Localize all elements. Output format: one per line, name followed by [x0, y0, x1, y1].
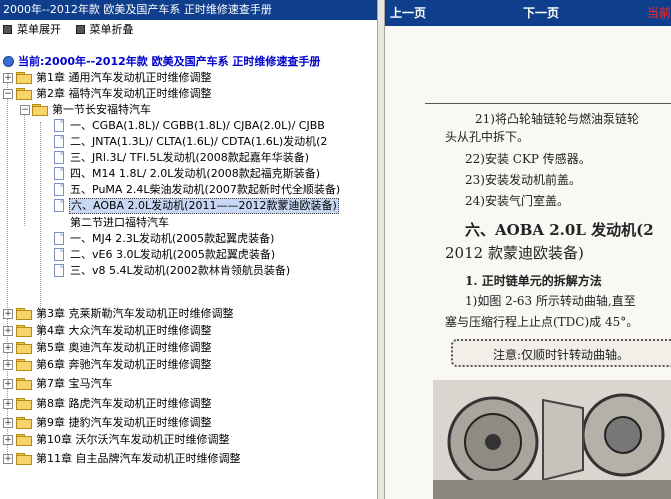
expand-icon[interactable]: + [3, 379, 13, 389]
tree-item-label: 一、MJ4 2.3L发动机(2005款起翼虎装备) [70, 232, 275, 245]
tree-item-label: 三、JRl.3L/ TFl.5L发动机(2008款起嘉年华装备) [70, 151, 310, 164]
expand-icon[interactable]: + [3, 343, 13, 353]
divider [425, 103, 671, 104]
page-icon [54, 248, 64, 261]
doc-subheading: 1. 正时链单元的拆解方法 [465, 274, 602, 288]
expand-menu-button[interactable]: 菜单展开 [3, 20, 61, 40]
folder-open-icon [16, 88, 32, 100]
square-icon [75, 24, 85, 34]
tree-item-label: 第11章 自主品牌汽车发动机正时维修调整 [36, 452, 241, 465]
page-icon [54, 167, 64, 180]
tree-item-label: 第8章 路虎汽车发动机正时维修调整 [36, 397, 212, 410]
page-icon [54, 264, 64, 277]
tree-item-label: 第2章 福特汽车发动机正时维修调整 [36, 87, 212, 100]
expand-icon[interactable]: + [3, 360, 13, 370]
expand-icon[interactable]: + [3, 454, 13, 464]
collapse-menu-label: 菜单折叠 [89, 23, 134, 36]
folder-icon [16, 398, 32, 410]
doc-text: 23)安装发动机前盖。 [465, 173, 581, 187]
expand-icon[interactable]: + [3, 418, 13, 428]
tree-item-label: 第5章 奥迪汽车发动机正时维修调整 [36, 341, 212, 354]
folder-icon [16, 72, 32, 84]
collapse-icon[interactable]: − [20, 105, 30, 115]
doc-text: 22)安装 CKP 传感器。 [465, 152, 591, 166]
tree-item-label: 五、PuMA 2.4L柴油发动机(2007款起新时代全顺装备) [70, 183, 341, 196]
page-icon [54, 135, 64, 148]
folder-icon [16, 308, 32, 320]
doc-text: 头从孔中拆下。 [445, 130, 530, 144]
tree-item-label: 六、AOBA 2.0L发动机(2011——2012款蒙迪欧装备) [69, 198, 339, 214]
expand-icon[interactable]: + [3, 399, 13, 409]
folder-icon [16, 325, 32, 337]
doc-heading: 六、AOBA 2.0L 发动机(2 [465, 221, 654, 239]
expand-menu-label: 菜单展开 [17, 23, 61, 36]
folder-icon [16, 453, 32, 465]
folder-icon [16, 359, 32, 371]
collapse-menu-button[interactable]: 菜单折叠 [75, 20, 134, 40]
next-page-button[interactable]: 下一页 [523, 0, 559, 26]
page-nav-bar: 上一页 下一页 当前 [385, 0, 671, 26]
doc-text: 塞与压缩行程上止点(TDC)成 45°。 [445, 315, 639, 329]
expand-icon[interactable]: + [3, 309, 13, 319]
tree-item-label: 一、CGBA(1.8L)/ CGBB(1.8L)/ CJBA(2.0L)/ CJ… [70, 119, 325, 132]
folder-open-icon [32, 104, 48, 116]
prev-page-button[interactable]: 上一页 [390, 0, 426, 26]
tree-item-label: 四、M14 1.8L/ 2.0L发动机(2008款起福克斯装备) [70, 167, 321, 180]
tree-item-label: 二、vE6 3.0L发动机(2005款起翼虎装备) [70, 248, 276, 261]
tree-connector [24, 106, 25, 226]
menu-pane: 2000年--2012年款 欧美及国产车系 正时维修速查手册 菜单展开 菜单折叠… [0, 0, 377, 499]
square-icon [3, 24, 12, 34]
doc-heading: 2012 款蒙迪欧装备) [445, 244, 584, 262]
tree-item-label: 第4章 大众汽车发动机正时维修调整 [36, 324, 212, 337]
page-scan: 21)将凸轮轴链轮与燃油泵链轮 头从孔中拆下。 22)安装 CKP 传感器。 2… [385, 26, 671, 499]
expand-icon[interactable]: + [3, 435, 13, 445]
tree-item-label: 第一节长安福特汽车 [52, 103, 151, 116]
tree-item-label: 第1章 通用汽车发动机正时维修调整 [36, 71, 212, 84]
current-book-item[interactable]: 当前:2000年--2012年款 欧美及国产车系 正时维修速查手册 [3, 53, 373, 69]
tree-item-label: 第9章 捷豹汽车发动机正时维修调整 [36, 416, 212, 429]
page-icon [54, 151, 64, 164]
folder-icon [16, 378, 32, 390]
page-icon [54, 199, 64, 212]
tree-item-label: 二、JNTA(1.3L)/ CLTA(1.6L)/ CDTA(1.6L)发动机(… [70, 135, 328, 148]
pane-splitter[interactable] [377, 0, 385, 499]
expand-icon[interactable]: + [3, 73, 13, 83]
doc-text: 21)将凸轮轴链轮与燃油泵链轮 [475, 112, 639, 126]
page-icon [54, 183, 64, 196]
expand-icon[interactable]: + [3, 326, 13, 336]
page-icon [54, 119, 64, 132]
menu-bar: 菜单展开 菜单折叠 [0, 20, 377, 40]
tree-item-label: 第3章 克莱斯勒汽车发动机正时维修调整 [36, 307, 234, 320]
book-icon [3, 55, 14, 67]
folder-icon [16, 342, 32, 354]
doc-text: 24)安装气门室盖。 [465, 194, 569, 208]
note-box: 注意:仅顺时针转动曲轴。 [451, 339, 671, 367]
document-pane: 上一页 下一页 当前 21)将凸轮轴链轮与燃油泵链轮 头从孔中拆下。 22)安装… [385, 0, 671, 499]
tree-item-label: 第二节进口福特汽车 [70, 216, 169, 229]
current-book-label: 当前:2000年--2012年款 欧美及国产车系 正时维修速查手册 [18, 55, 321, 68]
folder-icon [16, 434, 32, 446]
tree-item-label: 第10章 沃尔沃汽车发动机正时维修调整 [36, 433, 230, 446]
page-icon [54, 232, 64, 245]
engine-illustration [433, 380, 671, 499]
doc-text: 1)如图 2-63 所示转动曲轴,直至 [465, 294, 636, 308]
window-title: 2000年--2012年款 欧美及国产车系 正时维修速查手册 [0, 0, 377, 20]
tree-item-label: 第6章 奔驰汽车发动机正时维修调整 [36, 358, 212, 371]
tree-item-label: 第7章 宝马汽车 [36, 377, 113, 390]
current-page-button[interactable]: 当前 [647, 0, 671, 26]
collapse-icon[interactable]: − [3, 89, 13, 99]
folder-icon [16, 417, 32, 429]
tree-item-label: 三、v8 5.4L发动机(2002款林肯领航员装备) [70, 264, 291, 277]
